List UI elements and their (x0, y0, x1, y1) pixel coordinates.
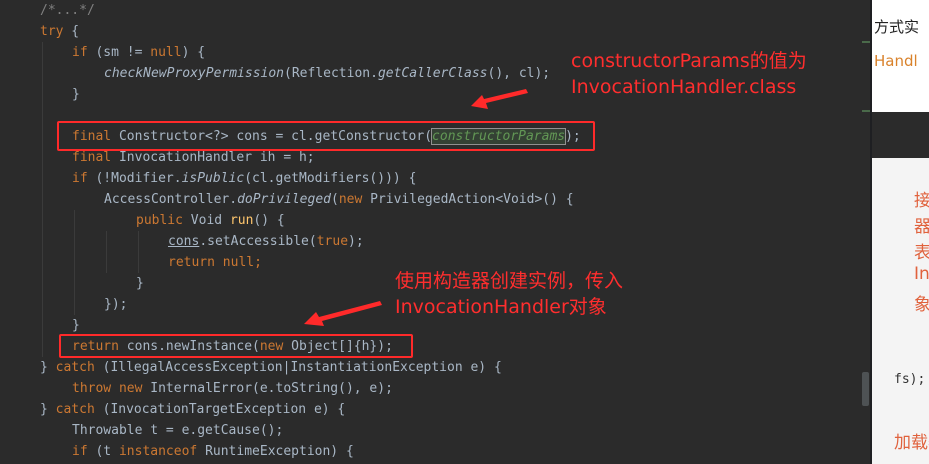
code-text: () { (253, 213, 285, 228)
keyword-new: new (118, 381, 143, 396)
code-line[interactable]: Throwable t = e.getCause(); (72, 420, 283, 441)
code-line[interactable]: } (136, 273, 144, 294)
code-text: RuntimeException) { (197, 444, 354, 459)
panel-text: 器 (914, 217, 929, 237)
keyword-instanceof: instanceof (118, 444, 198, 459)
keyword-public: public (136, 213, 183, 228)
method-name: run (229, 213, 254, 228)
code-text: (sm != (87, 45, 151, 60)
method-call: checkNewProxyPermission (104, 66, 285, 81)
code-text: (InvocationTargetException e) { (94, 402, 346, 417)
right-document-panel: 方式实 Handl 接 器 表 In 象 fs); 加载器 (872, 0, 929, 464)
code-text: } (40, 360, 56, 375)
code-line[interactable]: } catch (IllegalAccessException|Instanti… (40, 357, 502, 378)
code-line[interactable]: return null; (168, 252, 262, 273)
method-call: getCallerClass (377, 66, 488, 81)
code-line[interactable]: cons.setAccessible(true); (168, 231, 364, 252)
code-text: (t (87, 444, 119, 459)
keyword-final: final (72, 150, 112, 165)
keyword-throw: throw (72, 381, 112, 396)
code-editor[interactable]: /*...*/ try { if (sm != null) { checkNew… (0, 0, 870, 464)
code-line[interactable]: } (72, 84, 80, 105)
code-text: Void (182, 213, 230, 228)
method-call: isPublic (181, 171, 245, 186)
code-text: (), cl); (487, 66, 551, 81)
keyword-null: null (150, 45, 182, 60)
indent-guide (42, 42, 43, 357)
code-line[interactable]: }); (104, 294, 127, 315)
panel-text: 方式实 (874, 18, 920, 36)
keyword-if: if (72, 171, 88, 186)
code-line[interactable]: AccessController.doPrivileged(new Privil… (104, 189, 574, 210)
annotation-text: constructorParams的值为 (571, 50, 807, 72)
variable-cons: cons (168, 234, 200, 249)
code-line[interactable]: checkNewProxyPermission(Reflection.getCa… (104, 63, 550, 84)
keyword-true: true (316, 234, 349, 249)
panel-text: 接 (914, 191, 929, 211)
code-line[interactable]: if (sm != null) { (72, 42, 205, 63)
annotation-text: InvocationHandler对象 (395, 296, 607, 318)
annotation-note-2: 使用构造器创建实例，传入 InvocationHandler对象 (395, 268, 623, 320)
scroll-marker (862, 41, 870, 43)
code-line[interactable]: try { (40, 21, 79, 42)
code-text: ; (254, 255, 262, 270)
keyword-catch: catch (55, 402, 95, 417)
code-comment: /*...*/ (40, 3, 95, 18)
keyword-if: if (72, 444, 88, 459)
code-text: PrivilegedAction<Void>() { (362, 192, 574, 207)
annotation-text: InvocationHandler.class (571, 76, 797, 98)
annotation-text: 使用构造器创建实例，传入 (395, 270, 624, 292)
code-text: } (72, 318, 80, 333)
method-call: doPrivileged (237, 192, 331, 207)
code-text: InvocationHandler ih = h; (111, 150, 315, 165)
code-line[interactable]: } catch (InvocationTargetException e) { (40, 399, 345, 420)
code-text: (IllegalAccessException|InstantiationExc… (94, 360, 502, 375)
indent-guide (106, 231, 107, 273)
code-line[interactable]: } (72, 315, 80, 336)
code-line[interactable]: public Void run() { (136, 210, 285, 231)
highlight-box-constructor (57, 121, 595, 151)
panel-text: 加载器 (894, 433, 929, 453)
code-text: Throwable t = e.getCause(); (72, 423, 284, 438)
panel-text: 象 (914, 295, 929, 315)
keyword-return: return (168, 255, 215, 270)
code-text: ( (330, 192, 339, 207)
panel-dark-block (872, 112, 929, 158)
panel-text: In (914, 264, 929, 284)
scroll-marker (862, 110, 870, 112)
scrollbar-thumb[interactable] (862, 372, 869, 406)
code-text: } (72, 87, 80, 102)
code-text: .setAccessible( (199, 234, 317, 249)
annotation-arrow-icon (471, 89, 528, 109)
code-line[interactable]: if (!Modifier.isPublic(cl.getModifiers()… (72, 168, 416, 189)
code-text: }); (104, 297, 128, 312)
code-text: } (136, 276, 144, 291)
keyword-try: try (40, 24, 64, 39)
indent-guide (74, 210, 75, 315)
code-line[interactable]: throw new InternalError(e.toString(), e)… (72, 378, 393, 399)
keyword-new: new (338, 192, 363, 207)
code-text: InternalError(e.toString(), e); (142, 381, 393, 396)
code-text: (!Modifier. (87, 171, 182, 186)
keyword-if: if (72, 45, 88, 60)
code-text: AccessController. (104, 192, 238, 207)
panel-text: fs); (894, 372, 926, 387)
keyword-catch: catch (55, 360, 95, 375)
indent-guide (138, 231, 139, 273)
annotation-note-1: constructorParams的值为 InvocationHandler.c… (571, 48, 807, 100)
annotation-arrow-icon (304, 301, 382, 326)
code-text: } (40, 402, 56, 417)
panel-text: Handl (874, 52, 918, 70)
highlight-box-newinstance (59, 334, 413, 358)
code-text: ); (348, 234, 364, 249)
code-line[interactable]: if (t instanceof RuntimeException) { (72, 441, 354, 462)
keyword-null: null (222, 255, 255, 270)
code-text: (cl.getModifiers())) { (244, 171, 417, 186)
panel-text: 表 (914, 243, 929, 263)
code-line[interactable]: /*...*/ (40, 0, 95, 21)
code-text: (Reflection. (284, 66, 378, 81)
code-text: ) { (181, 45, 206, 60)
